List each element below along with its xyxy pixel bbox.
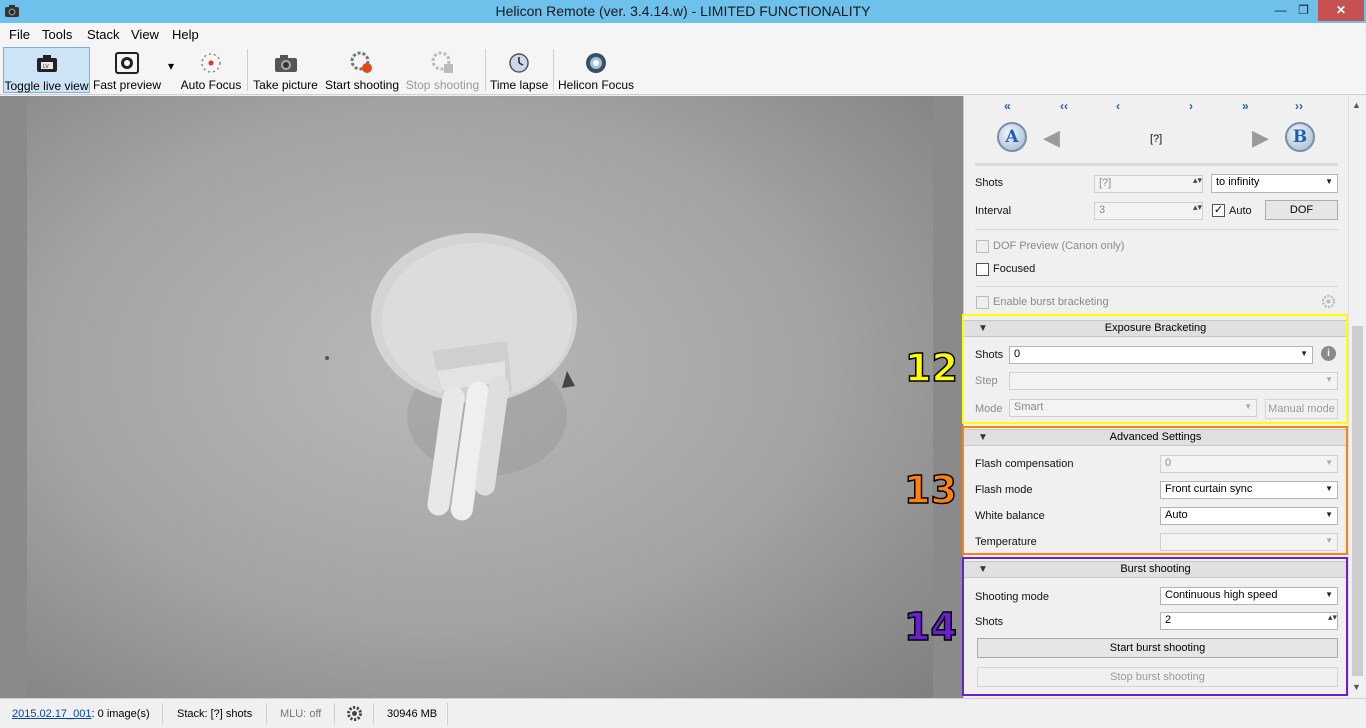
disk-space: 30946 MB — [387, 708, 438, 720]
focused-label: Focused — [993, 263, 1036, 275]
auto-focus-button[interactable]: Auto Focus — [180, 47, 242, 93]
live-view-camera-icon: LV — [36, 55, 57, 72]
toolbar-separator — [553, 49, 554, 91]
burst-settings-gear-icon[interactable] — [1321, 294, 1336, 309]
dof-button[interactable]: DOF — [1265, 200, 1338, 220]
session-link[interactable]: 2015.02.17_001 — [12, 708, 92, 720]
set-point-a-button[interactable]: A — [997, 122, 1027, 152]
auto-checkbox[interactable]: ✓ — [1212, 204, 1225, 217]
title-bar: Helicon Remote (ver. 3.4.14.w) - LIMITED… — [0, 0, 1366, 23]
callout-number-12: 12 — [904, 345, 958, 391]
menu-view[interactable]: View — [131, 27, 159, 42]
auto-focus-icon — [201, 53, 221, 73]
menu-stack[interactable]: Stack — [87, 27, 120, 42]
callout-number-13: 13 — [903, 467, 957, 513]
mlu-status: MLU: off — [280, 708, 322, 720]
interval-label: Interval — [975, 205, 1012, 217]
shots-mode-select[interactable]: to infinity — [1211, 174, 1338, 193]
time-lapse-button[interactable]: Time lapse — [490, 47, 548, 93]
start-shooting-button[interactable]: Start shooting — [324, 47, 400, 93]
settings-gear-icon[interactable] — [346, 705, 363, 722]
stack-status: Stack: [?] shots — [177, 708, 253, 720]
helicon-focus-icon — [586, 53, 606, 73]
menu-tools[interactable]: Tools — [42, 27, 72, 42]
next-arrow-icon[interactable]: ▶ — [1252, 125, 1269, 151]
jump-first-arrow-icon[interactable]: « — [1004, 99, 1011, 113]
menu-file[interactable]: File — [9, 27, 30, 42]
highlight-box-12 — [962, 314, 1348, 424]
status-bar: 2015.02.17_001: 0 image(s) Stack: [?] sh… — [0, 698, 1366, 728]
focused-checkbox[interactable] — [976, 263, 989, 276]
fast-forward-arrow-icon[interactable]: » — [1242, 99, 1249, 113]
stop-shooting-icon — [431, 51, 453, 73]
status-separator — [373, 703, 374, 725]
toolbar: LV Toggle live view Fast preview ▾ Auto … — [0, 45, 1366, 95]
interval-spinbox[interactable]: 3 — [1094, 202, 1203, 220]
scrollbar-thumb[interactable] — [1352, 326, 1363, 676]
take-picture-button[interactable]: Take picture — [252, 47, 319, 93]
divider — [975, 286, 1338, 287]
status-separator — [266, 703, 267, 725]
start-shooting-icon — [350, 51, 372, 73]
window-title: Helicon Remote (ver. 3.4.14.w) - LIMITED… — [495, 3, 871, 19]
close-button[interactable]: ✕ — [1318, 0, 1364, 21]
toggle-live-view-button[interactable]: LV Toggle live view — [3, 47, 90, 93]
enable-burst-label: Enable burst bracketing — [993, 296, 1109, 308]
auto-label: Auto — [1229, 205, 1252, 217]
panel-scrollbar[interactable]: ▲ ▼ — [1348, 96, 1366, 698]
set-point-b-button[interactable]: B — [1285, 122, 1315, 152]
scroll-down-arrow-icon[interactable]: ▼ — [1352, 682, 1361, 692]
focus-position: [?] — [1150, 133, 1163, 145]
divider — [975, 163, 1338, 166]
enable-burst-checkbox[interactable] — [976, 296, 989, 309]
maximize-button[interactable]: ❐ — [1290, 0, 1317, 21]
time-lapse-icon — [509, 53, 529, 73]
svg-text:LV: LV — [43, 64, 49, 70]
status-separator — [162, 703, 163, 725]
live-view-image — [27, 96, 933, 698]
step-back-arrow-icon[interactable]: ‹ — [1116, 99, 1120, 113]
shots-spinbox[interactable]: [?] — [1094, 175, 1203, 193]
menu-bar: File Tools Stack View Help — [0, 23, 1366, 45]
camera-icon — [274, 55, 297, 72]
status-separator — [447, 703, 448, 725]
toolbar-separator — [485, 49, 486, 91]
live-view-area[interactable] — [0, 96, 963, 698]
shots-label: Shots — [975, 177, 1004, 189]
stop-shooting-button[interactable]: Stop shooting — [405, 47, 480, 93]
scroll-up-arrow-icon[interactable]: ▲ — [1352, 100, 1361, 110]
dof-preview-checkbox[interactable] — [976, 240, 989, 253]
highlight-box-14 — [962, 557, 1348, 696]
step-forward-arrow-icon[interactable]: › — [1189, 99, 1193, 113]
fast-preview-dropdown[interactable]: ▾ — [165, 59, 177, 75]
menu-help[interactable]: Help — [172, 27, 199, 42]
status-separator — [334, 703, 335, 725]
helicon-focus-button[interactable]: Helicon Focus — [558, 47, 634, 93]
callout-number-14: 14 — [903, 604, 957, 650]
jump-last-arrow-icon[interactable]: ›› — [1295, 99, 1303, 113]
fast-preview-button[interactable]: Fast preview — [93, 47, 161, 93]
fast-back-arrow-icon[interactable]: ‹‹ — [1060, 99, 1068, 113]
fast-preview-icon — [115, 52, 139, 74]
toolbar-separator — [247, 49, 248, 91]
divider — [975, 229, 1338, 230]
dof-preview-label: DOF Preview (Canon only) — [993, 240, 1125, 252]
highlight-box-13 — [962, 426, 1348, 555]
prev-arrow-icon[interactable]: ◀ — [1043, 125, 1060, 151]
image-count: : 0 image(s) — [91, 708, 150, 720]
light-bulb-image — [325, 233, 577, 521]
